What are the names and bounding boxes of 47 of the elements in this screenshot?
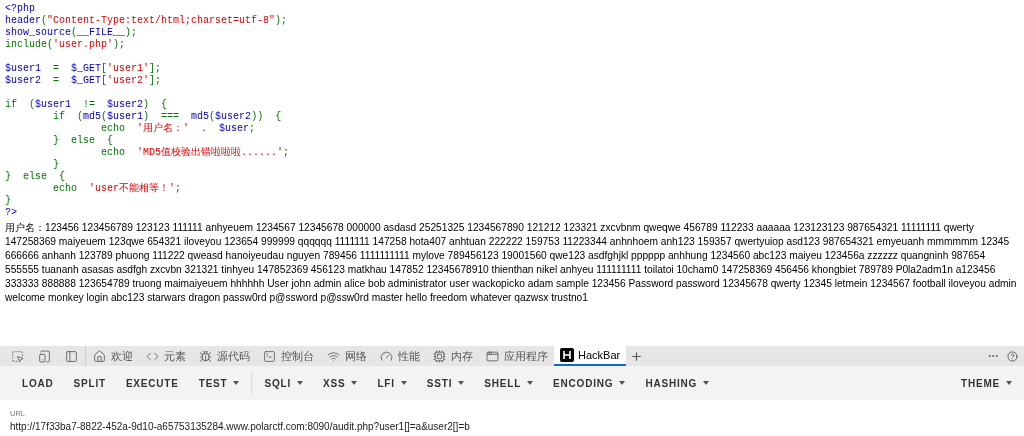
menu-label: LFI — [377, 376, 395, 391]
menu-label: HASHING — [645, 376, 698, 391]
source-code: <?php header("Content-Type:text/html;charset=utf-8"); show_source(__FILE__); include('user.php'); $user1 = $_GET['user1']; $user2 = $_GET['user2']; if ($user1 != $user2) { if (md5($user1) === md5($user2)) { echo '用户名：' . $user; } else { echo 'MD5值校验出错啦啦啦......'; } } else { echo 'user不能相等！'; } ?> — [5, 3, 290, 219]
menu-button[interactable]: SQLI — [254, 366, 314, 400]
help-icon[interactable] — [1007, 350, 1018, 362]
menu-label: SSTI — [426, 376, 453, 391]
menu-label: SQLI — [264, 376, 292, 391]
devtools-tab[interactable]: 网络 — [320, 346, 373, 366]
menu-label: TEST — [198, 376, 228, 391]
devtools-tab[interactable]: 控制台 — [256, 346, 320, 366]
home-icon — [92, 348, 107, 364]
devtools-tab[interactable]: 应用程序 — [479, 346, 554, 366]
inspect-icon — [10, 348, 25, 364]
chip-icon — [432, 348, 447, 364]
menu-label: XSS — [323, 376, 346, 391]
menu-button[interactable]: HASHING — [635, 366, 720, 400]
devtools-tab[interactable]: 源代码 — [192, 346, 256, 366]
menu-label: EXECUTE — [125, 376, 179, 391]
menu-button[interactable]: EXECUTE — [115, 366, 189, 400]
terminal-icon — [262, 348, 277, 364]
hackbar-logo-icon — [560, 348, 574, 362]
menu-button[interactable]: LOAD — [12, 366, 64, 400]
menu-label: ENCODING — [553, 376, 614, 391]
devtools-tab[interactable]: 欢迎 — [86, 346, 139, 366]
menu-button[interactable]: LFI — [367, 366, 417, 400]
devtools-tab[interactable]: 性能 — [373, 346, 426, 366]
add-tab-icon[interactable] — [630, 349, 644, 363]
gauge-icon — [379, 348, 394, 364]
menu-button[interactable]: SSTI — [416, 366, 475, 400]
menu-label: SHELL — [484, 376, 522, 391]
menu-button[interactable]: SPLIT — [63, 366, 116, 400]
menu-button[interactable]: THEME — [951, 366, 1022, 400]
sidebar-icon — [64, 348, 79, 364]
output-text: 用户名：123456 123456789 123123 111111 anhyeuem 1234567 12345678 000000 asdasd 25251325 1234567890 121212 123321 zxcvbnm qweqwe 456789 112233 aaaaaa 123123123 987654321 11111111 qwerty 147258369 maiyeuem 123qwe 654321 iloveyou 123654 999999 qqqqqq 1111111 147258 hota407 anhtuan 222222 159753 11223344 anhnhoem anh123 159357 qwertyuiop asd123 987654321 emyeuanh mmmmmm 12345 666666 anhanh 123789 phuong 111222 qweasd hanoiyeudau nguyen 789456 1111111111 mylove 789456123 19001560 qwe123 asdfghjkl pppppp anhhung 1234560 abc123 maiyeu 123456a zzzzzz quangninh 987654 555555 tuananh asasas asdfgh zxcvbn 321321 tinhyeu 147852369 456123 matkhau 147852 12345678910 thienthan nikel anhyeu 111111111 toilatoi 10cham0 147258369 456456 khongbiet 789789 P0la2adm1n a123456 333333 888888 123654789 truong maimaiyeuem hhhhhh User john admin alice bob administrator user wackopicko adam sample 123456 Password password 12345678 qwerty 12345 letmein 1234567 football iloveyou admin welcome monkey login abc123 starwars dragon passw0rd p@ssword p@ssw0rd master hello freedom whatever qazwsx trustno1 — [5, 221, 1018, 305]
device-icon — [37, 348, 52, 364]
menu-button[interactable]: ENCODING — [543, 366, 636, 400]
devtools-tab[interactable]: 元素 — [139, 346, 192, 366]
menu-label: THEME — [961, 376, 1000, 391]
menu-button[interactable]: SHELL — [474, 366, 544, 400]
menu-label: SPLIT — [73, 376, 106, 391]
url-value: http://17f33ba7-8822-452a-9d10-a65753135284.www.polarctf.com:8090/audit.php?user1[]=a&user2[]=b — [10, 420, 471, 434]
menu-label: LOAD — [22, 376, 54, 391]
devtools-tab[interactable]: 内存 — [426, 346, 479, 366]
bug-icon — [198, 348, 213, 364]
menu-button[interactable]: TEST — [188, 366, 250, 400]
menu-button[interactable]: XSS — [313, 366, 368, 400]
devtools-tab[interactable]: HackBar — [554, 346, 627, 366]
